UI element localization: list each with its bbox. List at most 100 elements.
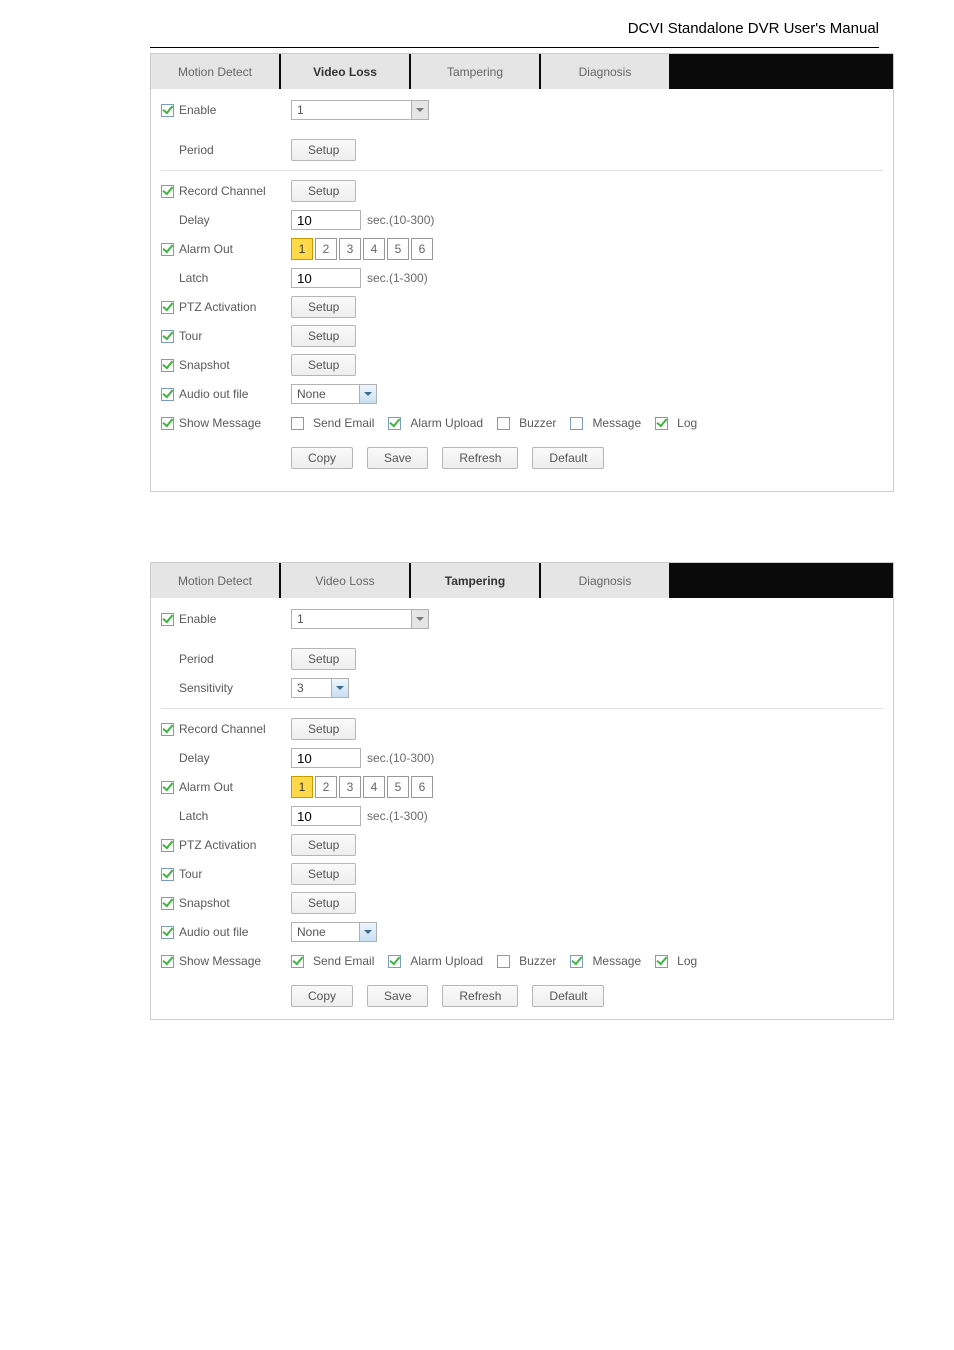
enable-checkbox[interactable] <box>161 613 174 626</box>
tab-filler <box>671 563 893 598</box>
channel-select[interactable]: 1 <box>291 100 429 120</box>
refresh-button[interactable]: Refresh <box>442 985 518 1007</box>
record-channel-label: Record Channel <box>179 184 266 198</box>
tab-diagnosis[interactable]: Diagnosis <box>541 563 669 598</box>
send-email-checkbox[interactable] <box>291 417 304 430</box>
alarm-upload-checkbox[interactable] <box>388 955 401 968</box>
audio-out-select[interactable]: None <box>291 384 377 404</box>
tabs: Motion Detect Video Loss Tampering Diagn… <box>151 54 893 89</box>
alarm-out-5[interactable]: 5 <box>387 776 409 798</box>
audio-out-select[interactable]: None <box>291 922 377 942</box>
alarm-out-4[interactable]: 4 <box>363 776 385 798</box>
page-header: DCVI Standalone DVR User's Manual <box>0 0 954 47</box>
latch-hint: sec.(1-300) <box>367 809 428 823</box>
buzzer-checkbox[interactable] <box>497 955 510 968</box>
alarm-out-2[interactable]: 2 <box>315 776 337 798</box>
send-email-label: Send Email <box>313 416 374 430</box>
snapshot-checkbox[interactable] <box>161 897 174 910</box>
snapshot-setup-button[interactable]: Setup <box>291 892 356 914</box>
tab-tampering[interactable]: Tampering <box>411 563 539 598</box>
message-checkbox[interactable] <box>570 955 583 968</box>
tour-label: Tour <box>179 867 202 881</box>
copy-button[interactable]: Copy <box>291 447 353 469</box>
alarm-upload-checkbox[interactable] <box>388 417 401 430</box>
buzzer-label: Buzzer <box>519 416 556 430</box>
alarm-out-1[interactable]: 1 <box>291 776 313 798</box>
record-channel-setup-button[interactable]: Setup <box>291 180 356 202</box>
ptz-checkbox[interactable] <box>161 301 174 314</box>
tab-motion-detect[interactable]: Motion Detect <box>151 563 279 598</box>
tab-tampering[interactable]: Tampering <box>411 54 539 89</box>
period-label: Period <box>179 652 214 666</box>
alarm-out-checkbox[interactable] <box>161 243 174 256</box>
enable-label: Enable <box>179 612 216 626</box>
tab-video-loss[interactable]: Video Loss <box>281 563 409 598</box>
tab-diagnosis[interactable]: Diagnosis <box>541 54 669 89</box>
alarm-out-2[interactable]: 2 <box>315 238 337 260</box>
divider <box>161 708 883 709</box>
audio-out-checkbox[interactable] <box>161 926 174 939</box>
audio-out-checkbox[interactable] <box>161 388 174 401</box>
log-checkbox[interactable] <box>655 417 668 430</box>
ptz-setup-button[interactable]: Setup <box>291 834 356 856</box>
message-checkbox[interactable] <box>570 417 583 430</box>
alarm-out-1[interactable]: 1 <box>291 238 313 260</box>
snapshot-label: Snapshot <box>179 896 230 910</box>
alarm-out-3[interactable]: 3 <box>339 776 361 798</box>
tab-motion-detect[interactable]: Motion Detect <box>151 54 279 89</box>
delay-input[interactable] <box>291 748 361 768</box>
sensitivity-value: 3 <box>291 678 331 698</box>
delay-hint: sec.(10-300) <box>367 213 434 227</box>
latch-input[interactable] <box>291 806 361 826</box>
alarm-out-6[interactable]: 6 <box>411 776 433 798</box>
show-message-checkbox[interactable] <box>161 955 174 968</box>
buzzer-checkbox[interactable] <box>497 417 510 430</box>
alarm-upload-label: Alarm Upload <box>410 416 483 430</box>
show-message-checkbox[interactable] <box>161 417 174 430</box>
alarm-out-buttons: 1 2 3 4 5 6 <box>291 238 433 260</box>
sensitivity-select[interactable]: 3 <box>291 678 349 698</box>
panel-body: Enable 1 Period Setup Sensitivity 3 Reco… <box>151 598 893 1019</box>
sensitivity-label: Sensitivity <box>179 681 233 695</box>
tour-checkbox[interactable] <box>161 868 174 881</box>
snapshot-checkbox[interactable] <box>161 359 174 372</box>
alarm-out-3[interactable]: 3 <box>339 238 361 260</box>
latch-input[interactable] <box>291 268 361 288</box>
snapshot-setup-button[interactable]: Setup <box>291 354 356 376</box>
send-email-checkbox[interactable] <box>291 955 304 968</box>
ptz-label: PTZ Activation <box>179 300 256 314</box>
tab-filler <box>671 54 893 89</box>
record-channel-checkbox[interactable] <box>161 185 174 198</box>
delay-label: Delay <box>179 751 210 765</box>
alarm-out-5[interactable]: 5 <box>387 238 409 260</box>
tour-setup-button[interactable]: Setup <box>291 863 356 885</box>
delay-input[interactable] <box>291 210 361 230</box>
latch-label: Latch <box>179 271 208 285</box>
default-button[interactable]: Default <box>532 447 604 469</box>
copy-button[interactable]: Copy <box>291 985 353 1007</box>
alarm-out-4[interactable]: 4 <box>363 238 385 260</box>
channel-value: 1 <box>291 609 411 629</box>
record-channel-checkbox[interactable] <box>161 723 174 736</box>
ptz-checkbox[interactable] <box>161 839 174 852</box>
channel-select[interactable]: 1 <box>291 609 429 629</box>
alarm-out-checkbox[interactable] <box>161 781 174 794</box>
dropdown-arrow-icon <box>411 609 429 629</box>
alarm-out-buttons: 1 2 3 4 5 6 <box>291 776 433 798</box>
period-setup-button[interactable]: Setup <box>291 648 356 670</box>
save-button[interactable]: Save <box>367 447 428 469</box>
refresh-button[interactable]: Refresh <box>442 447 518 469</box>
buzzer-label: Buzzer <box>519 954 556 968</box>
tour-setup-button[interactable]: Setup <box>291 325 356 347</box>
save-button[interactable]: Save <box>367 985 428 1007</box>
default-button[interactable]: Default <box>532 985 604 1007</box>
alarm-out-6[interactable]: 6 <box>411 238 433 260</box>
ptz-setup-button[interactable]: Setup <box>291 296 356 318</box>
record-channel-setup-button[interactable]: Setup <box>291 718 356 740</box>
tab-video-loss[interactable]: Video Loss <box>281 54 409 89</box>
tour-checkbox[interactable] <box>161 330 174 343</box>
enable-checkbox[interactable] <box>161 104 174 117</box>
period-setup-button[interactable]: Setup <box>291 139 356 161</box>
audio-out-label: Audio out file <box>179 925 248 939</box>
log-checkbox[interactable] <box>655 955 668 968</box>
